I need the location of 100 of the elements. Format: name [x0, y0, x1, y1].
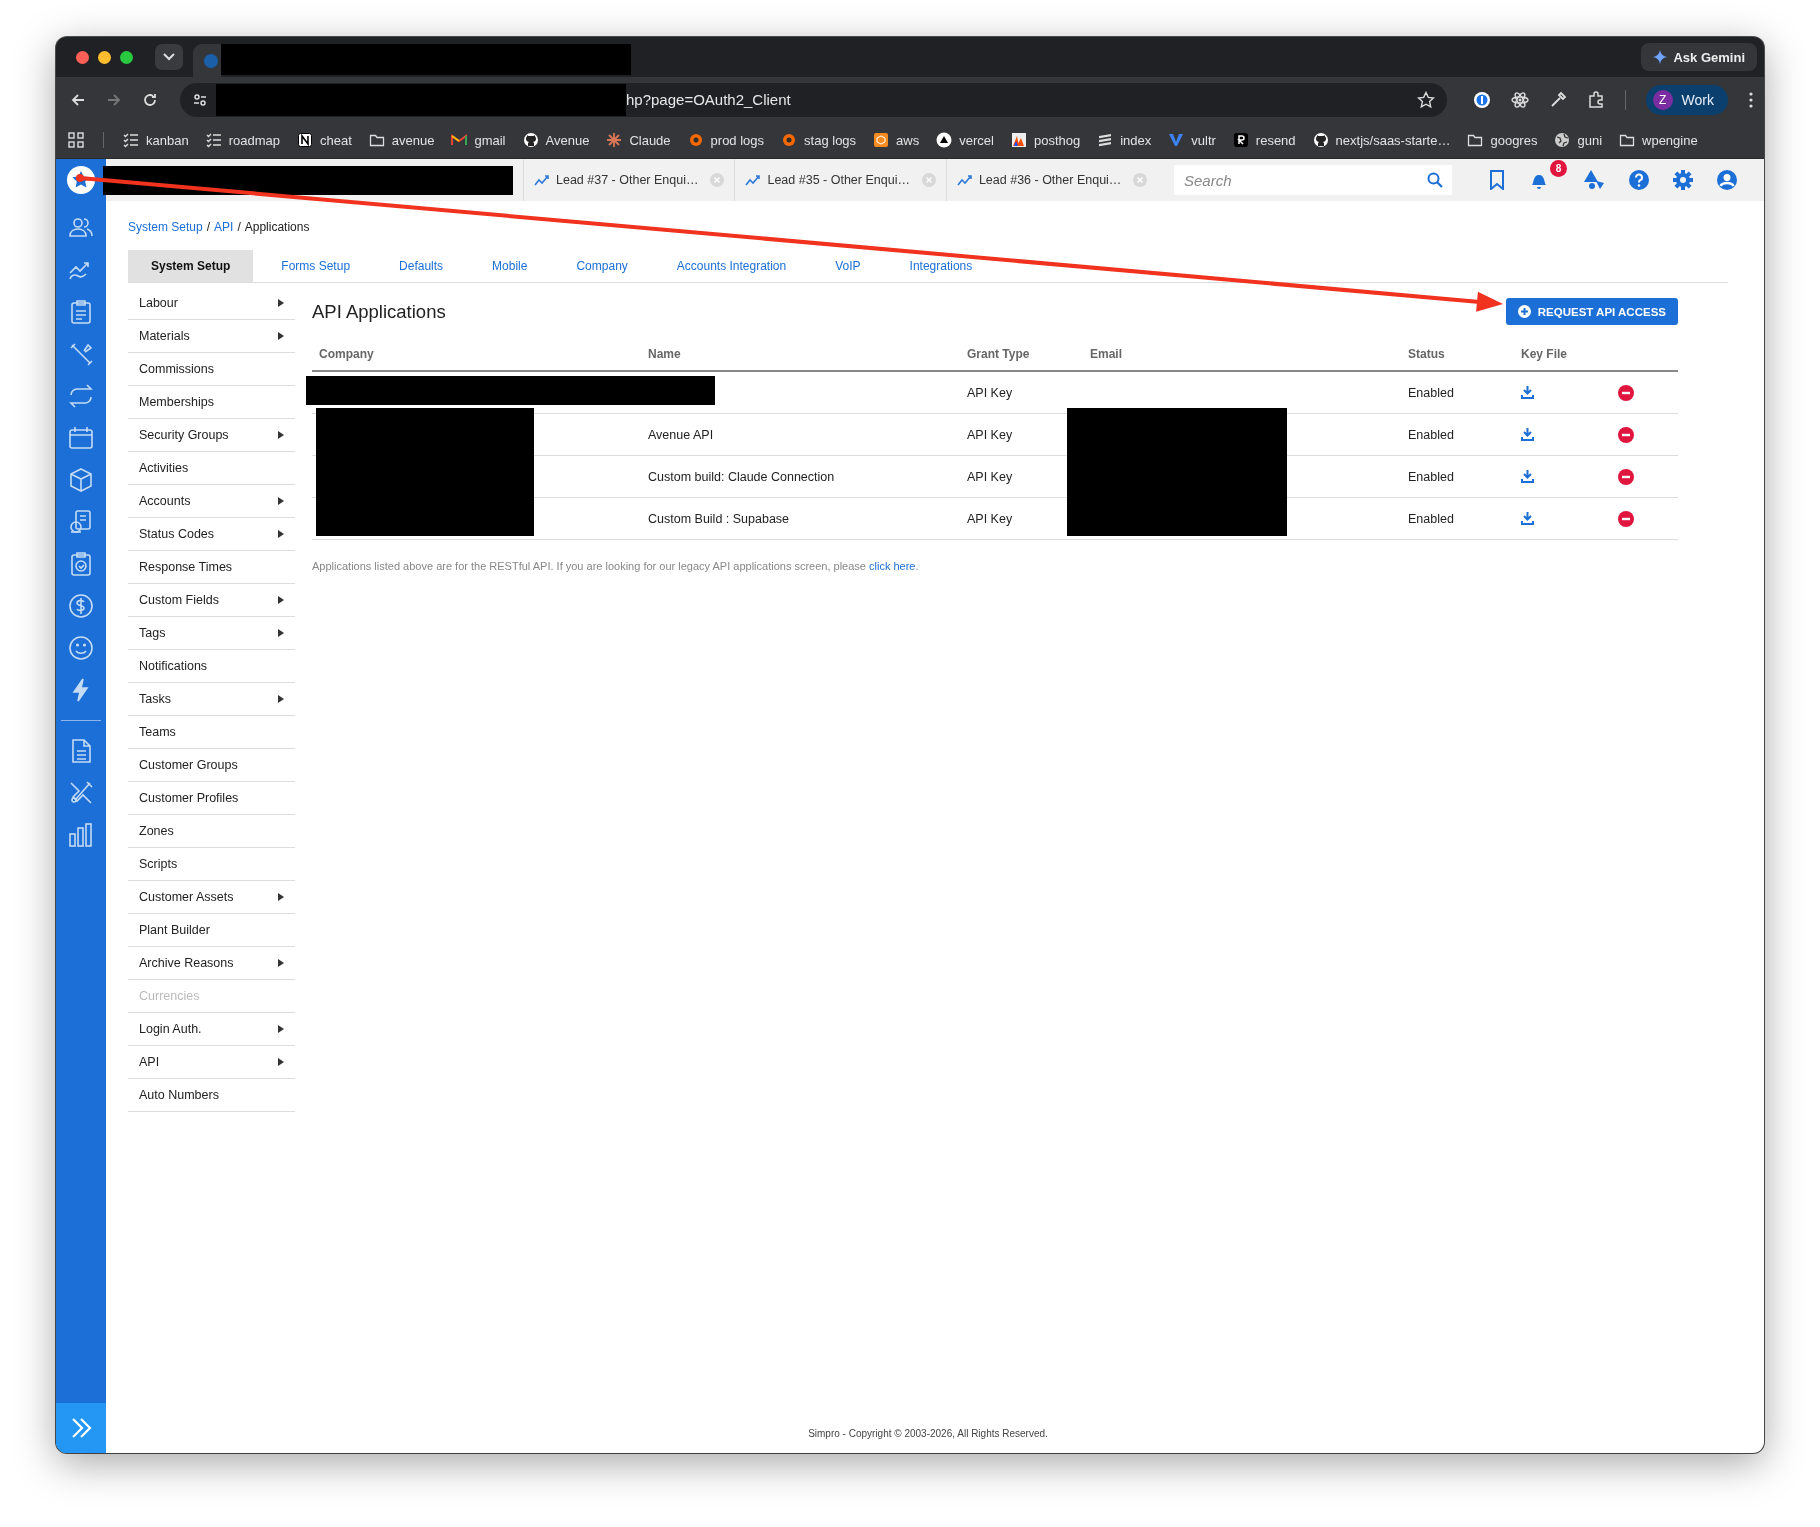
bookmark[interactable]: cheat — [296, 132, 352, 148]
bookmark[interactable]: Avenue — [522, 132, 590, 148]
bookmark[interactable]: kanban — [123, 132, 189, 148]
menu-item[interactable]: Auto Numbers — [128, 1079, 295, 1112]
wrench-icon[interactable] — [68, 341, 94, 367]
delete-icon[interactable] — [1618, 384, 1634, 401]
atom-icon[interactable] — [1510, 90, 1529, 109]
menu-item[interactable]: Labour — [128, 287, 295, 320]
menu-item[interactable]: Customer Profiles — [128, 782, 295, 815]
settings-icon[interactable] — [1672, 169, 1694, 191]
menu-item[interactable]: Teams — [128, 716, 295, 749]
cube-icon[interactable] — [68, 467, 94, 493]
repeat-icon[interactable] — [68, 383, 94, 409]
maximize-window-button[interactable] — [120, 50, 133, 64]
puzzle-icon[interactable] — [1586, 90, 1605, 109]
bookmark[interactable]: nextjs/saas-starte… — [1312, 132, 1451, 148]
help-icon[interactable] — [1628, 169, 1650, 191]
back-icon[interactable] — [70, 91, 86, 108]
user-icon[interactable] — [1716, 169, 1738, 191]
breadcrumb-link[interactable]: System Setup — [128, 220, 203, 234]
tab-list-button[interactable] — [155, 44, 183, 70]
smile-icon[interactable] — [68, 635, 94, 661]
record-tab[interactable]: Lead #37 - Other Enqui… — [523, 159, 735, 201]
bookmark[interactable]: roadmap — [205, 132, 280, 148]
record-tab[interactable]: Lead #35 - Other Enqui… — [734, 159, 946, 201]
password-manager-icon[interactable] — [1472, 90, 1491, 109]
bookmark[interactable]: googres — [1467, 132, 1538, 148]
site-settings-icon[interactable] — [192, 91, 208, 108]
setup-tab[interactable]: Mobile — [471, 250, 549, 282]
bookmark[interactable]: index — [1097, 132, 1152, 148]
delete-icon[interactable] — [1618, 468, 1634, 485]
expand-sidebar-button[interactable] — [56, 1403, 106, 1453]
menu-item[interactable]: Plant Builder — [128, 914, 295, 947]
menu-item[interactable]: Security Groups — [128, 419, 295, 452]
address-bar[interactable]: hp?page=OAuth2_Client — [180, 82, 1447, 117]
doc-stack-icon[interactable] — [68, 509, 94, 535]
menu-item[interactable]: Materials — [128, 320, 295, 353]
bookmark[interactable]: gmail — [451, 132, 506, 148]
minimize-window-button[interactable] — [98, 50, 111, 64]
reload-icon[interactable] — [142, 91, 158, 108]
menu-item[interactable]: Accounts — [128, 485, 295, 518]
menu-item[interactable]: Response Times — [128, 551, 295, 584]
bookmark[interactable]: avenue — [368, 132, 435, 148]
delete-icon[interactable] — [1618, 510, 1634, 527]
star-icon[interactable] — [1416, 90, 1435, 109]
bookmark[interactable]: aws — [873, 132, 920, 148]
tools-icon[interactable] — [68, 780, 94, 806]
record-tab[interactable]: Lead #36 - Other Enqui… — [945, 159, 1158, 201]
delete-icon[interactable] — [1618, 426, 1634, 443]
clipboard-icon[interactable] — [68, 299, 94, 325]
bookmark[interactable]: Claude — [606, 132, 671, 148]
download-icon[interactable] — [1521, 512, 1534, 525]
bookmark[interactable]: prod logs — [687, 132, 765, 148]
setup-tab[interactable]: Defaults — [378, 250, 465, 282]
menu-item[interactable]: Activities — [128, 452, 295, 485]
dollar-icon[interactable] — [68, 593, 94, 619]
menu-item[interactable]: Memberships — [128, 386, 295, 419]
shapes-icon[interactable] — [1582, 169, 1606, 191]
setup-tab[interactable]: Forms Setup — [260, 250, 372, 282]
setup-tab[interactable]: System Setup — [128, 250, 254, 282]
menu-item[interactable]: Scripts — [128, 848, 295, 881]
menu-item[interactable]: Archive Reasons — [128, 947, 295, 980]
download-icon[interactable] — [1521, 386, 1534, 399]
bookmark[interactable]: stag logs — [781, 132, 857, 148]
bookmark[interactable]: vultr — [1168, 132, 1216, 148]
menu-item[interactable]: Status Codes — [128, 518, 295, 551]
menu-item[interactable]: Tags — [128, 617, 295, 650]
forward-icon[interactable] — [106, 91, 122, 108]
ask-gemini-button[interactable]: Ask Gemini — [1641, 43, 1757, 71]
close-window-button[interactable] — [76, 50, 89, 64]
bookmark-icon[interactable] — [1488, 170, 1506, 190]
click-here-link[interactable]: click here — [869, 560, 916, 572]
bookmark[interactable]: vercel — [936, 132, 994, 148]
menu-item[interactable]: Notifications — [128, 650, 295, 683]
search-field[interactable]: Search — [1174, 165, 1418, 195]
profile-button[interactable]: Z Work — [1645, 84, 1728, 115]
search-button[interactable] — [1418, 165, 1452, 195]
breadcrumb-link[interactable]: API — [214, 220, 234, 234]
check-clip-icon[interactable] — [68, 551, 94, 577]
setup-tab[interactable]: Accounts Integration — [655, 250, 808, 282]
menu-item[interactable]: API — [128, 1046, 295, 1079]
menu-item[interactable]: Custom Fields — [128, 584, 295, 617]
more-icon[interactable] — [1748, 90, 1754, 109]
menu-item[interactable]: Login Auth. — [128, 1013, 295, 1046]
download-icon[interactable] — [1521, 428, 1534, 441]
setup-tab[interactable]: Company — [555, 250, 649, 282]
menu-item[interactable]: Customer Assets — [128, 881, 295, 914]
calendar-icon[interactable] — [68, 425, 94, 451]
setup-tab[interactable]: Integrations — [888, 250, 994, 282]
menu-item[interactable]: Commissions — [128, 353, 295, 386]
setup-tab[interactable]: VoIP — [814, 250, 882, 282]
bookmark[interactable]: resend — [1232, 132, 1296, 148]
menu-item[interactable]: Customer Groups — [128, 749, 295, 782]
request-access-button[interactable]: REQUEST API ACCESS — [1505, 298, 1678, 325]
bookmark[interactable]: wpengine — [1619, 132, 1698, 148]
apps-grid-icon[interactable] — [68, 132, 84, 148]
bookmark[interactable]: guni — [1554, 132, 1602, 148]
menu-item[interactable]: Tasks — [128, 683, 295, 716]
download-icon[interactable] — [1521, 470, 1534, 483]
menu-item[interactable]: Zones — [128, 815, 295, 848]
